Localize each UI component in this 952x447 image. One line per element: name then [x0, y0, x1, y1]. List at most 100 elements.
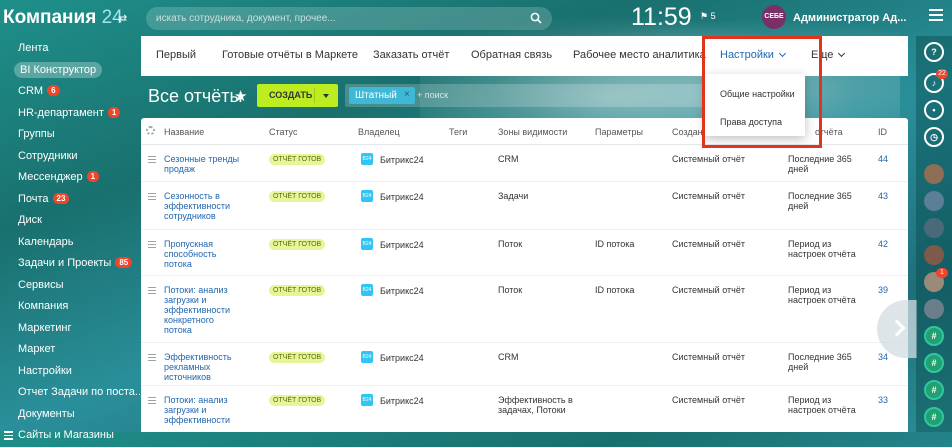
avatar[interactable]: [924, 164, 944, 184]
sidebar-item[interactable]: Документы: [0, 404, 140, 426]
report-id[interactable]: 34: [878, 352, 888, 362]
owner-name[interactable]: Битрикс24: [380, 396, 424, 406]
clock: 11:59: [631, 3, 692, 31]
report-id[interactable]: 39: [878, 285, 888, 295]
chat-icon[interactable]: •: [924, 100, 944, 120]
avatar[interactable]: [924, 218, 944, 238]
search-input[interactable]: искать сотрудника, документ, прочее...: [146, 7, 552, 30]
column-header-tags[interactable]: Теги: [449, 127, 467, 137]
tab-feedback[interactable]: Обратная связь: [471, 49, 552, 61]
tab-settings[interactable]: Настройки: [720, 49, 786, 61]
report-name-link[interactable]: Сезонные тренды продаж: [164, 154, 244, 174]
drag-handle-icon[interactable]: [148, 156, 156, 163]
sidebar-item[interactable]: Мессенджер 1: [0, 167, 140, 189]
burger-menu-icon[interactable]: [929, 9, 943, 21]
timeman-icon[interactable]: ◷: [924, 127, 944, 147]
sidebar-item[interactable]: Группы: [0, 124, 140, 146]
report-id[interactable]: 33: [878, 395, 888, 405]
column-header-status[interactable]: Статус: [269, 127, 297, 137]
sidebar-item[interactable]: Задачи и Проекты 85: [0, 253, 140, 275]
help-icon[interactable]: ?: [924, 42, 944, 62]
search-icon[interactable]: [530, 12, 542, 24]
menu-item-general-settings[interactable]: Общие настройки: [720, 89, 795, 99]
owner-name[interactable]: Битрикс24: [380, 240, 424, 250]
tab-analyst-workplace[interactable]: Рабочее место аналитика: [573, 49, 706, 61]
gear-icon[interactable]: [146, 126, 155, 135]
company-logo[interactable]: Компания 24: [3, 7, 123, 29]
group-chat-icon[interactable]: #: [924, 326, 944, 346]
sidebar-item[interactable]: BI Конструктор: [0, 60, 140, 82]
drag-handle-icon[interactable]: [148, 397, 156, 404]
report-name-link[interactable]: Эффективность рекламных источников: [164, 352, 244, 382]
report-name-link[interactable]: Потоки: анализ загрузки и эффективности …: [164, 285, 244, 335]
report-name-link[interactable]: Потоки: анализ загрузки и эффективности: [164, 395, 244, 425]
drag-handle-icon[interactable]: [148, 354, 156, 361]
report-id[interactable]: 44: [878, 154, 888, 164]
column-header-zones[interactable]: Зоны видимости: [498, 127, 567, 137]
table-row[interactable]: Сезонные тренды продаж ОТЧЁТ ГОТОВ B24 Битр…: [141, 145, 908, 182]
reports-table: Название Статус Владелец Теги Зоны видим…: [141, 118, 908, 432]
sidebar-item[interactable]: Отчет Задачи по поста...: [0, 382, 140, 404]
report-name-link[interactable]: Сезонность в эффективности сотрудников: [164, 191, 244, 221]
sidebar-item[interactable]: Диск: [0, 210, 140, 232]
owner-name[interactable]: Битрикс24: [380, 155, 424, 165]
sidebar-item[interactable]: Лента: [0, 38, 140, 60]
drag-handle-icon[interactable]: [148, 241, 156, 248]
sidebar-item[interactable]: Сервисы: [0, 275, 140, 297]
tab-market-reports[interactable]: Готовые отчёты в Маркете: [222, 49, 358, 61]
group-chat-icon[interactable]: #: [924, 380, 944, 400]
filter-tag[interactable]: Штатный ×: [349, 87, 415, 104]
drag-handle-icon[interactable]: [148, 193, 156, 200]
sidebar-item[interactable]: CRM 6: [0, 81, 140, 103]
tab-first[interactable]: Первый: [156, 49, 196, 61]
menu-toggle-icon[interactable]: ⇄: [118, 12, 127, 25]
report-id[interactable]: 43: [878, 191, 888, 201]
sidebar-item[interactable]: Настройки: [0, 361, 140, 383]
flag-counter[interactable]: ⚑ 5: [700, 11, 716, 22]
create-button[interactable]: создать: [257, 84, 338, 107]
column-header-owner[interactable]: Владелец: [358, 127, 400, 137]
table-row[interactable]: Эффективность рекламных источников ОТЧЁТ …: [141, 343, 908, 386]
column-header-created[interactable]: Создан: [672, 127, 703, 137]
visibility-zone: Задачи: [498, 191, 529, 201]
column-header-name[interactable]: Название: [164, 127, 204, 137]
group-chat-icon[interactable]: #: [924, 407, 944, 427]
table-row[interactable]: Сезонность в эффективности сотрудников ОТ…: [141, 182, 908, 230]
drag-handle-icon[interactable]: [148, 287, 156, 294]
star-icon[interactable]: ★: [234, 87, 247, 105]
counter-badge: 85: [115, 257, 133, 268]
column-header-id[interactable]: ID: [878, 127, 887, 137]
sidebar-item[interactable]: HR-департамент 1: [0, 103, 140, 125]
owner-name[interactable]: Битрикс24: [380, 192, 424, 202]
created-by: Системный отчёт: [672, 191, 745, 201]
sidebar-item[interactable]: Маркетинг: [0, 318, 140, 340]
table-row[interactable]: Потоки: анализ загрузки и эффективности …: [141, 276, 908, 343]
sidebar-item[interactable]: Календарь: [0, 232, 140, 254]
user-name[interactable]: Администратор Ад...: [793, 12, 906, 24]
column-header-params[interactable]: Параметры: [595, 127, 643, 137]
sidebar-item[interactable]: Сотрудники: [0, 146, 140, 168]
sidebar-item[interactable]: Маркет: [0, 339, 140, 361]
report-id[interactable]: 42: [878, 239, 888, 249]
sidebar-item[interactable]: Компания: [0, 296, 140, 318]
avatar[interactable]: [924, 191, 944, 211]
user-avatar[interactable]: СЕБЕ: [762, 5, 786, 29]
table-row[interactable]: Пропускная способность потока ОТЧЁТ ГОТОВ…: [141, 230, 908, 276]
avatar[interactable]: [924, 299, 944, 319]
table-row[interactable]: Потоки: анализ загрузки и эффективности О…: [141, 386, 908, 432]
created-by: Системный отчёт: [672, 352, 745, 362]
tab-more[interactable]: Еще: [811, 49, 846, 61]
menu-item-access-rights[interactable]: Права доступа: [720, 117, 782, 127]
column-header-period[interactable]: отчёта: [815, 127, 843, 137]
dropdown-arrow-icon[interactable]: [323, 94, 329, 98]
sidebar-item[interactable]: Почта 23: [0, 189, 140, 211]
tab-order-report[interactable]: Заказать отчёт: [373, 49, 449, 61]
sidebar-item[interactable]: Сайты и Магазины: [0, 425, 140, 447]
owner-name[interactable]: Битрикс24: [380, 353, 424, 363]
owner-name[interactable]: Битрикс24: [380, 286, 424, 296]
filter-search-box[interactable]: Штатный × + поиск: [345, 84, 705, 107]
report-name-link[interactable]: Пропускная способность потока: [164, 239, 244, 269]
close-icon[interactable]: ×: [404, 89, 410, 100]
group-chat-icon[interactable]: #: [924, 353, 944, 373]
avatar[interactable]: [924, 245, 944, 265]
